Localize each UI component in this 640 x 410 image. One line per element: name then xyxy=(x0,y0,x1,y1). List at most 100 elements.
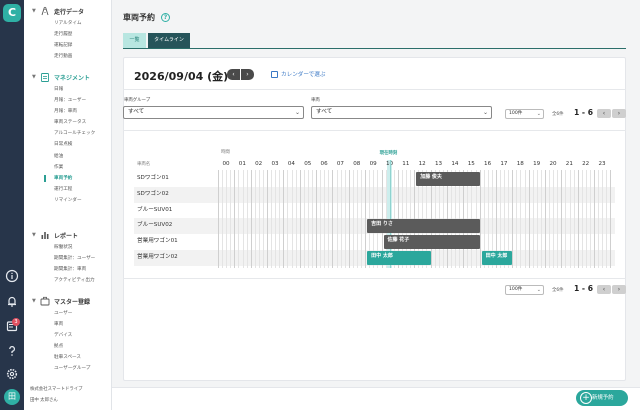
reservation-timeline: 時間 車両名 現在時刻 SDワゴン01 SDワゴン02 ブルーSUV01 ブルーSUV… xyxy=(134,140,615,268)
grid-line xyxy=(275,170,277,268)
reservation-bar[interactable]: 田中 太郎 xyxy=(481,251,513,265)
nav-item[interactable]: 給油 xyxy=(24,151,112,162)
grid-line xyxy=(271,170,273,268)
grid-line xyxy=(361,170,363,268)
nav-item[interactable]: デバイス xyxy=(24,330,112,341)
user-avatar[interactable]: 田 xyxy=(4,389,20,405)
nav-item[interactable]: 車両ステータス xyxy=(24,117,112,128)
grid-line xyxy=(258,170,260,268)
app-logo[interactable]: C xyxy=(3,4,21,22)
nav-item[interactable]: 日報 xyxy=(24,84,112,95)
gear-icon[interactable] xyxy=(5,367,19,381)
group-select[interactable]: すべて ⌄ xyxy=(123,106,304,119)
nav-section-header[interactable]: ▼ 走行データ xyxy=(24,4,112,18)
nav-item[interactable]: リアルタイム xyxy=(24,18,112,29)
nav-item[interactable]: 走行動画 xyxy=(24,51,112,62)
grid-line xyxy=(287,170,289,268)
grid-line xyxy=(512,170,514,268)
new-reservation-button[interactable]: + 新規予約 xyxy=(576,390,628,406)
hour-label: 09 xyxy=(369,161,377,167)
nav-item[interactable]: アクティビティ出力 xyxy=(24,275,112,286)
grid-line xyxy=(528,170,530,268)
tab-timeline[interactable]: タイムライン xyxy=(148,33,190,48)
nav-item[interactable]: 運転記録 xyxy=(24,40,112,51)
hour-label: 21 xyxy=(565,161,573,167)
nav-item[interactable]: 期間集計：車両 xyxy=(24,264,112,275)
prev-day-button[interactable]: ‹ xyxy=(227,69,240,80)
timeline-row[interactable]: 営業用ワゴン01 xyxy=(134,234,615,250)
nav-item[interactable]: 日常点検 xyxy=(24,139,112,150)
grid-line xyxy=(344,170,346,268)
plus-icon: + xyxy=(580,392,592,404)
nav-item[interactable]: リマインダー xyxy=(24,195,112,206)
hour-label: 22 xyxy=(582,161,590,167)
bell-icon[interactable] xyxy=(5,294,19,308)
vehicle-name: SDワゴン02 xyxy=(137,190,169,197)
grid-line xyxy=(336,170,338,268)
next-page-button[interactable]: › xyxy=(612,109,626,118)
chevron-down-icon: ⌄ xyxy=(536,287,541,293)
grid-line xyxy=(320,170,322,268)
grid-line xyxy=(589,170,591,268)
reservation-bar[interactable]: 加藤 俊夫 xyxy=(416,172,480,186)
grid-line xyxy=(246,170,248,268)
grid-line xyxy=(348,170,350,268)
nav-item[interactable]: 月報：ユーザー xyxy=(24,95,112,106)
vehicle-name: SDワゴン01 xyxy=(137,175,169,181)
timeline-row[interactable]: SDワゴン02 xyxy=(134,186,615,203)
nav-item[interactable]: 車両 xyxy=(24,319,112,330)
next-day-button[interactable]: › xyxy=(241,69,254,80)
help-icon[interactable] xyxy=(5,344,19,358)
prev-page-button-bottom[interactable]: ‹ xyxy=(597,285,611,294)
grid-line xyxy=(594,170,596,268)
grid-line xyxy=(540,170,542,268)
grid-line xyxy=(238,170,240,268)
page-title: 車両予約 ? xyxy=(123,12,170,23)
grid-line xyxy=(479,170,481,268)
total-count-bottom: 全6件 xyxy=(552,288,564,293)
app-rail: C 3 田 xyxy=(0,0,24,410)
calendar-link[interactable]: カレンダーで選ぶ xyxy=(271,70,325,78)
grid-line xyxy=(352,170,354,268)
grid-line xyxy=(520,170,522,268)
nav-item[interactable]: 稼働状況 xyxy=(24,242,112,253)
info-icon[interactable] xyxy=(5,269,19,283)
per-page-select[interactable]: 100件 ⌄ xyxy=(505,109,544,119)
timeline-row[interactable]: SDワゴン01 xyxy=(134,171,615,187)
nav-item-vehicle-reservation[interactable]: 車両予約 xyxy=(24,173,112,184)
reservation-bar[interactable]: 佐藤 花子 xyxy=(383,235,480,250)
nav-section-header[interactable]: ▼ レポート xyxy=(24,228,112,242)
help-circle-icon[interactable]: ? xyxy=(161,13,170,22)
hour-label: 06 xyxy=(320,161,328,167)
grid-line xyxy=(524,170,526,268)
per-page-select-bottom[interactable]: 100件 ⌄ xyxy=(505,285,544,295)
reservation-bar[interactable]: 吉田 りさ xyxy=(367,219,480,234)
reservation-bar[interactable]: 田中 太郎 xyxy=(367,251,431,265)
timeline-row[interactable]: ブルーSUV01 xyxy=(134,203,615,219)
nav-item[interactable]: アルコールチェック xyxy=(24,128,112,139)
vehicle-name: 営業用ワゴン02 xyxy=(137,254,178,260)
grid-line xyxy=(242,170,244,268)
nav-item[interactable]: ユーザー xyxy=(24,308,112,319)
grid-line xyxy=(565,170,567,268)
vehicle-select[interactable]: すべて ⌄ xyxy=(311,106,492,119)
nav-section-header[interactable]: ▼ マスター登録 xyxy=(24,294,112,308)
next-page-button-bottom[interactable]: › xyxy=(612,285,626,294)
nav-item[interactable]: 作業 xyxy=(24,162,112,173)
nav-item[interactable]: 期間集計：ユーザー xyxy=(24,253,112,264)
briefcase-icon xyxy=(40,296,50,306)
grid-line xyxy=(606,170,608,268)
tab-list[interactable]: 一覧 xyxy=(123,33,146,48)
hour-label: 03 xyxy=(271,161,279,167)
nav-item[interactable]: 走行履歴 xyxy=(24,29,112,40)
nav-item[interactable]: 駐車スペース xyxy=(24,352,112,363)
nav-item[interactable]: 運行工程 xyxy=(24,184,112,195)
bottom-bar xyxy=(112,387,640,410)
nav-section-header[interactable]: ▼ マネジメント xyxy=(24,70,112,84)
hour-label: 07 xyxy=(336,161,344,167)
nav-item[interactable]: 月報：車両 xyxy=(24,106,112,117)
tab-underline xyxy=(123,48,626,49)
prev-page-button[interactable]: ‹ xyxy=(597,109,611,118)
nav-item[interactable]: 拠点 xyxy=(24,341,112,352)
nav-item[interactable]: ユーザーグループ xyxy=(24,363,112,374)
